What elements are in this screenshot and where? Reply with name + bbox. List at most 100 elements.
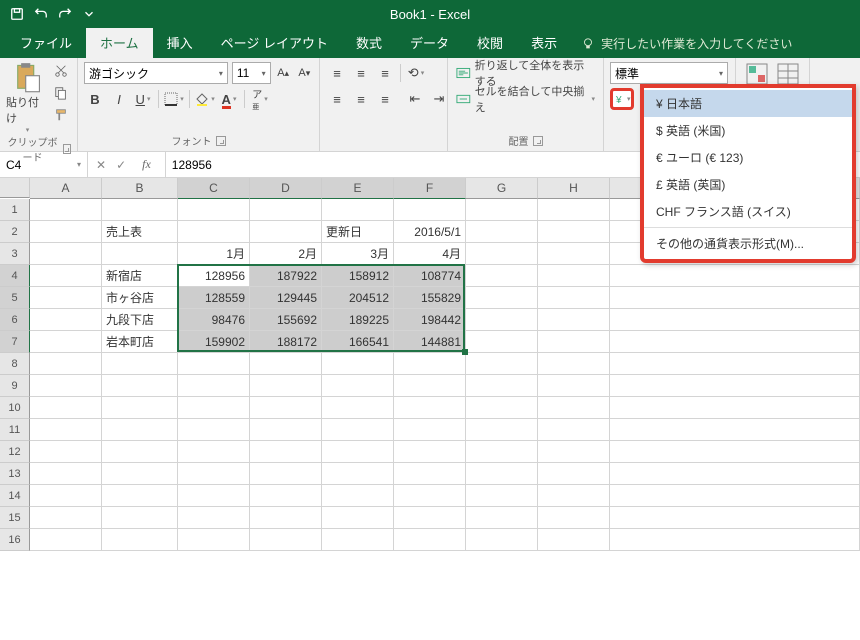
cell-F1[interactable] xyxy=(394,199,466,221)
merge-center-button[interactable]: セルを結合して中央揃え ▾ xyxy=(454,88,597,110)
cell-A9[interactable] xyxy=(30,375,102,397)
col-header-A[interactable]: A xyxy=(30,178,102,199)
align-right-button[interactable]: ≡ xyxy=(374,88,396,110)
cell-D12[interactable] xyxy=(250,441,322,463)
cell-B1[interactable] xyxy=(102,199,178,221)
fill-handle[interactable] xyxy=(462,349,468,355)
cell-G14[interactable] xyxy=(466,485,538,507)
cell-D11[interactable] xyxy=(250,419,322,441)
redo-icon[interactable] xyxy=(54,3,76,25)
cell-E16[interactable] xyxy=(322,529,394,551)
cell-D2[interactable] xyxy=(250,221,322,243)
accounting-format-button[interactable]: ¥▾ xyxy=(610,88,634,110)
cell-F7[interactable]: 144881 xyxy=(394,331,466,353)
cell-A3[interactable] xyxy=(30,243,102,265)
cell-B14[interactable] xyxy=(102,485,178,507)
row-header-6[interactable]: 6 xyxy=(0,309,30,331)
borders-button[interactable] xyxy=(163,88,185,110)
cell-G4[interactable] xyxy=(466,265,538,287)
orientation-button[interactable]: ⟲ xyxy=(405,62,427,84)
cell-H14[interactable] xyxy=(538,485,610,507)
cell-F2[interactable]: 2016/5/1 xyxy=(394,221,466,243)
paste-button[interactable]: 貼り付け ▾ xyxy=(6,62,49,134)
cell-F13[interactable] xyxy=(394,463,466,485)
align-left-button[interactable]: ≡ xyxy=(326,88,348,110)
tab-home[interactable]: ホーム xyxy=(86,27,153,58)
cell-D9[interactable] xyxy=(250,375,322,397)
row-header-7[interactable]: 7 xyxy=(0,331,30,353)
cell-A15[interactable] xyxy=(30,507,102,529)
cell-E3[interactable]: 3月 xyxy=(322,243,394,265)
row-header-15[interactable]: 15 xyxy=(0,507,30,529)
save-icon[interactable] xyxy=(6,3,28,25)
align-middle-button[interactable]: ≡ xyxy=(350,62,372,84)
cell-A5[interactable] xyxy=(30,287,102,309)
cell-F11[interactable] xyxy=(394,419,466,441)
currency-more-item[interactable]: その他の通貨表示形式(M)... xyxy=(644,227,852,257)
cell-H5[interactable] xyxy=(538,287,610,309)
cell-G9[interactable] xyxy=(466,375,538,397)
currency-usd-item[interactable]: $ 英語 (米国) xyxy=(644,117,852,144)
cell-B15[interactable] xyxy=(102,507,178,529)
cell-B12[interactable] xyxy=(102,441,178,463)
cell-G13[interactable] xyxy=(466,463,538,485)
cell-H13[interactable] xyxy=(538,463,610,485)
col-header-C[interactable]: C xyxy=(178,178,250,199)
cell-H2[interactable] xyxy=(538,221,610,243)
cell-G12[interactable] xyxy=(466,441,538,463)
cell-H1[interactable] xyxy=(538,199,610,221)
cell-A4[interactable] xyxy=(30,265,102,287)
cell-B10[interactable] xyxy=(102,397,178,419)
cell-G5[interactable] xyxy=(466,287,538,309)
cell-F5[interactable]: 155829 xyxy=(394,287,466,309)
cell-F4[interactable]: 108774 xyxy=(394,265,466,287)
cell-E10[interactable] xyxy=(322,397,394,419)
bold-button[interactable]: B xyxy=(84,88,106,110)
cell-H7[interactable] xyxy=(538,331,610,353)
select-all-corner[interactable] xyxy=(0,178,30,198)
fill-color-button[interactable] xyxy=(194,88,216,110)
currency-chf-item[interactable]: CHF フランス語 (スイス) xyxy=(644,198,852,225)
cell-D5[interactable]: 129445 xyxy=(250,287,322,309)
cell-F12[interactable] xyxy=(394,441,466,463)
cell-D16[interactable] xyxy=(250,529,322,551)
row-header-3[interactable]: 3 xyxy=(0,243,30,265)
cell-D10[interactable] xyxy=(250,397,322,419)
cell-G7[interactable] xyxy=(466,331,538,353)
align-top-button[interactable]: ≡ xyxy=(326,62,348,84)
alignment-dialog-launcher[interactable] xyxy=(533,136,543,146)
cell-H9[interactable] xyxy=(538,375,610,397)
cell-H4[interactable] xyxy=(538,265,610,287)
cell-G15[interactable] xyxy=(466,507,538,529)
cell-D8[interactable] xyxy=(250,353,322,375)
cell-C13[interactable] xyxy=(178,463,250,485)
cell-H10[interactable] xyxy=(538,397,610,419)
cell-E2[interactable]: 更新日 xyxy=(322,221,394,243)
cell-B13[interactable] xyxy=(102,463,178,485)
cell-H16[interactable] xyxy=(538,529,610,551)
cell-E8[interactable] xyxy=(322,353,394,375)
cell-C9[interactable] xyxy=(178,375,250,397)
cell-F6[interactable]: 198442 xyxy=(394,309,466,331)
cell-E9[interactable] xyxy=(322,375,394,397)
cell-G1[interactable] xyxy=(466,199,538,221)
cell-C3[interactable]: 1月 xyxy=(178,243,250,265)
cell-H15[interactable] xyxy=(538,507,610,529)
cell-A11[interactable] xyxy=(30,419,102,441)
cell-A10[interactable] xyxy=(30,397,102,419)
underline-button[interactable]: U xyxy=(132,88,154,110)
col-header-H[interactable]: H xyxy=(538,178,610,199)
italic-button[interactable]: I xyxy=(108,88,130,110)
cell-B16[interactable] xyxy=(102,529,178,551)
tab-data[interactable]: データ xyxy=(396,27,463,58)
col-header-E[interactable]: E xyxy=(322,178,394,199)
cell-F3[interactable]: 4月 xyxy=(394,243,466,265)
cell-C15[interactable] xyxy=(178,507,250,529)
cell-E13[interactable] xyxy=(322,463,394,485)
col-header-G[interactable]: G xyxy=(466,178,538,199)
cell-C4[interactable]: 128956 xyxy=(178,265,250,287)
tab-page-layout[interactable]: ページ レイアウト xyxy=(207,27,342,58)
cell-C2[interactable] xyxy=(178,221,250,243)
cell-G16[interactable] xyxy=(466,529,538,551)
row-header-9[interactable]: 9 xyxy=(0,375,30,397)
